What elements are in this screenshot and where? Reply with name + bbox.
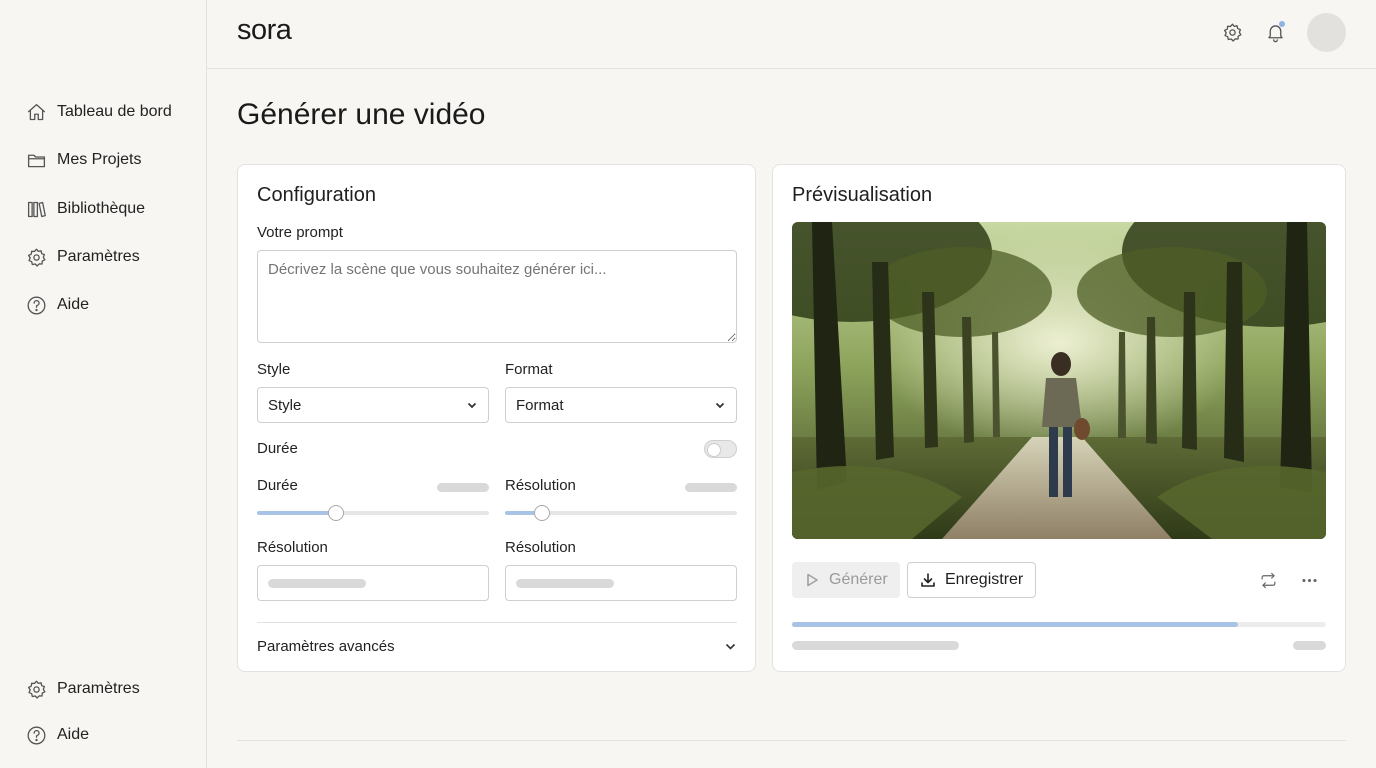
chevron-down-icon (715, 402, 725, 409)
save-button-label: Enregistrer (945, 571, 1024, 588)
library-icon (25, 198, 47, 220)
gear-icon[interactable] (1220, 20, 1244, 44)
card-title: Configuration (257, 184, 376, 206)
gear-icon (25, 246, 47, 268)
sidebar: Tableau de bord Mes Projets Bibliothèque… (0, 0, 207, 768)
sidebar-footer-help[interactable]: Aide (25, 722, 89, 748)
resolution-slider-thumb[interactable] (534, 505, 551, 521)
sidebar-item-label: Tableau de bord (57, 103, 172, 120)
page-footer-divider (237, 740, 1346, 741)
play-icon (807, 573, 818, 587)
chevron-down-icon (725, 643, 736, 650)
sidebar-item-settings[interactable]: Paramètres (25, 244, 140, 270)
sidebar-item-label: Paramètres (57, 680, 140, 697)
prompt-input[interactable] (257, 250, 737, 343)
sidebar-item-label: Aide (57, 296, 90, 313)
generate-button-label: Générer (829, 571, 888, 588)
card-title: Prévisualisation (792, 184, 933, 206)
sidebar-item-help[interactable]: Aide (25, 292, 89, 318)
page-title: Générer une vidéo (237, 98, 486, 131)
progress-value-placeholder (1293, 641, 1326, 650)
sidebar-item-dashboard[interactable]: Tableau de bord (25, 99, 172, 125)
duration-toggle-label: Durée (257, 440, 298, 457)
sidebar-item-label: Aide (57, 726, 90, 743)
progress-status-placeholder (792, 641, 959, 650)
generation-progress-fill (792, 622, 1238, 627)
sidebar-item-label: Paramètres (57, 248, 140, 265)
configuration-card: Configuration Votre prompt Style Style F… (237, 164, 756, 672)
save-button[interactable]: Enregistrer (907, 562, 1037, 598)
forest-path-image (792, 222, 1326, 539)
resolution-input-label: Résolution (505, 539, 576, 556)
duration-slider-fill (257, 511, 336, 515)
generate-button[interactable]: Générer (792, 562, 900, 598)
resolution-value-placeholder (685, 483, 737, 492)
style-select-value: Style (268, 396, 302, 414)
input-placeholder-bar (268, 579, 366, 588)
duration-value-placeholder (437, 483, 489, 492)
divider (257, 622, 737, 623)
sidebar-item-projects[interactable]: Mes Projets (25, 147, 141, 173)
generation-progress-bar (792, 622, 1326, 627)
advanced-settings-label: Paramètres avancés (257, 638, 395, 655)
resolution-slider-label: Résolution (505, 477, 576, 494)
duration-toggle[interactable] (704, 440, 737, 458)
top-bar: sora (207, 0, 1376, 69)
resolution-input[interactable] (257, 565, 489, 601)
chevron-down-icon (467, 402, 477, 409)
preview-card: Prévisualisation Générer Enregistrer (772, 164, 1346, 672)
duration-slider-thumb[interactable] (327, 505, 344, 521)
sidebar-item-label: Bibliothèque (57, 200, 146, 217)
preview-video[interactable] (792, 222, 1326, 539)
resolution-input[interactable] (505, 565, 737, 601)
style-select[interactable]: Style (257, 387, 489, 423)
more-icon[interactable] (1298, 569, 1320, 591)
avatar[interactable] (1307, 13, 1346, 52)
download-icon (921, 573, 935, 587)
folder-icon (25, 149, 47, 171)
duration-slider-label: Durée (257, 477, 298, 494)
app-logo[interactable]: sora (237, 14, 292, 47)
resolution-slider[interactable] (505, 505, 737, 521)
input-placeholder-bar (516, 579, 614, 588)
sidebar-item-library[interactable]: Bibliothèque (25, 196, 145, 222)
style-label: Style (257, 361, 291, 378)
advanced-settings-toggle[interactable]: Paramètres avancés (257, 638, 737, 655)
format-select-value: Format (516, 396, 564, 414)
home-icon (25, 101, 47, 123)
format-label: Format (505, 361, 553, 378)
gear-icon (25, 678, 47, 700)
help-icon (25, 724, 47, 746)
repeat-icon[interactable] (1257, 569, 1279, 591)
format-select[interactable]: Format (505, 387, 737, 423)
notification-dot (1279, 21, 1285, 27)
duration-slider[interactable] (257, 505, 489, 521)
sidebar-item-label: Mes Projets (57, 151, 142, 168)
bell-icon[interactable] (1263, 20, 1287, 44)
help-icon (25, 294, 47, 316)
prompt-label: Votre prompt (257, 224, 343, 241)
resolution-input-label: Résolution (257, 539, 328, 556)
sidebar-footer-settings[interactable]: Paramètres (25, 676, 140, 702)
